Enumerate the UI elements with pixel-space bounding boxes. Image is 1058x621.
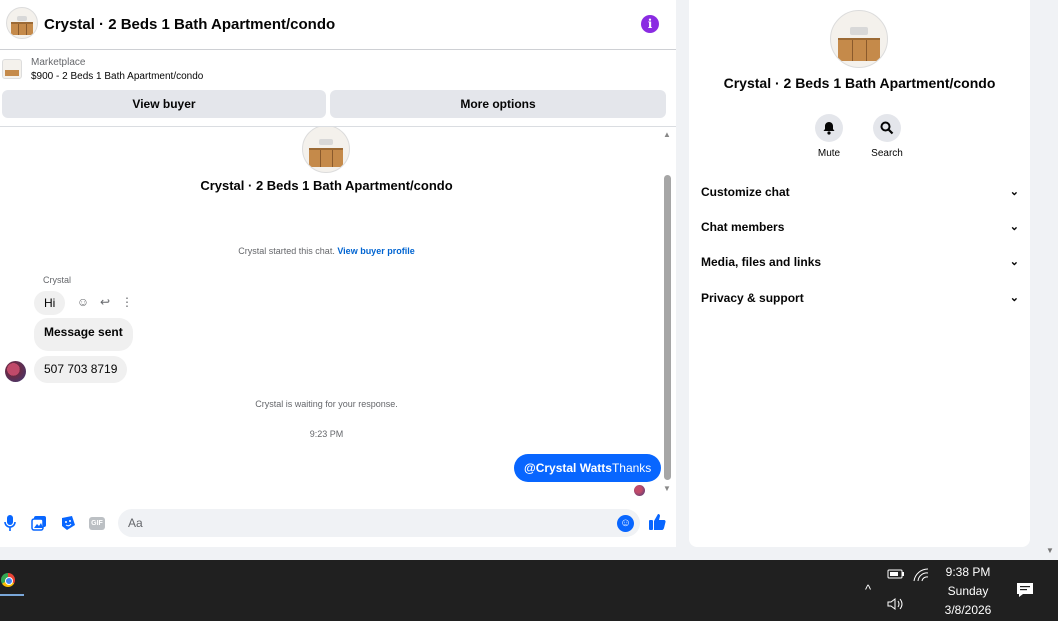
view-buyer-button[interactable]: View buyer — [2, 90, 326, 118]
more-options-button[interactable]: More options — [330, 90, 666, 118]
microphone-icon[interactable] — [1, 515, 19, 533]
details-avatar[interactable] — [830, 10, 888, 68]
section-label: Chat members — [701, 220, 785, 234]
chat-scrollbar[interactable]: ▲ ▼ — [660, 130, 674, 496]
chevron-down-icon: ⌄ — [1009, 186, 1019, 198]
conversation-avatar — [302, 127, 350, 173]
sticker-icon[interactable] — [59, 515, 77, 533]
section-label: Privacy & support — [701, 291, 804, 305]
chevron-down-icon: ⌄ — [1009, 221, 1019, 233]
search-label: Search — [871, 148, 903, 159]
mute-button[interactable]: Mute — [799, 114, 859, 159]
emoji-icon[interactable]: ☺ — [617, 515, 634, 532]
mention[interactable]: @Crystal Watts — [524, 461, 612, 475]
reply-icon[interactable]: ↩ — [94, 295, 116, 309]
chat-title[interactable]: Crystal · 2 Beds 1 Bath Apartment/condo — [44, 16, 335, 33]
chevron-down-icon: ⌄ — [1009, 292, 1019, 304]
gif-icon[interactable]: GIF — [89, 517, 105, 530]
clock-date[interactable]: 3/8/2026 — [918, 603, 1018, 617]
volume-icon[interactable] — [887, 597, 905, 614]
react-icon[interactable]: ☺ — [72, 295, 94, 309]
seen-indicator-avatar — [634, 485, 645, 496]
section-label: Customize chat — [701, 185, 790, 199]
section-privacy-support[interactable]: Privacy & support ⌄ — [701, 291, 1019, 311]
scroll-up-arrow-icon[interactable]: ▲ — [663, 130, 671, 139]
show-hidden-icons-chevron-icon[interactable]: ^ — [865, 582, 871, 597]
message-bubble[interactable]: 507 703 8719 — [34, 356, 128, 383]
message-input[interactable] — [118, 509, 640, 537]
chat-header: Crystal · 2 Beds 1 Bath Apartment/condo … — [0, 0, 676, 50]
section-customize-chat[interactable]: Customize chat ⌄ — [701, 185, 1019, 205]
chat-started-text: Crystal started this chat. — [238, 246, 335, 256]
taskbar: ^ 9:38 PM Sunday 3/8/2026 — [0, 560, 1058, 621]
photo-icon[interactable] — [30, 515, 48, 533]
message-actions: ☺ ↩ ⋮ — [72, 295, 138, 309]
notifications-icon[interactable] — [1016, 582, 1034, 603]
message-bubble[interactable]: Hi — [34, 291, 66, 315]
sender-avatar[interactable] — [5, 361, 26, 382]
outgoing-text: Thanks — [611, 461, 652, 475]
info-icon[interactable]: i — [641, 15, 659, 33]
thumbs-up-icon[interactable] — [648, 513, 668, 533]
mute-label: Mute — [817, 148, 841, 159]
scroll-thumb[interactable] — [664, 175, 671, 480]
section-label: Media, files and links — [701, 255, 822, 269]
composer-bar: GIF ☺ — [0, 507, 676, 541]
marketplace-label: Marketplace — [31, 57, 86, 68]
listing-avatar[interactable] — [6, 7, 38, 39]
conversation-details-panel: Crystal · 2 Beds 1 Bath Apartment/condo … — [689, 0, 1030, 547]
chrome-taskbar-button[interactable] — [0, 565, 24, 596]
details-title: Crystal · 2 Beds 1 Bath Apartment/condo — [723, 75, 996, 91]
message-list[interactable]: Crystal · 2 Beds 1 Bath Apartment/condo … — [0, 127, 676, 500]
scroll-down-arrow-icon[interactable]: ▼ — [663, 484, 671, 493]
clock-day[interactable]: Sunday — [918, 584, 1018, 598]
section-chat-members[interactable]: Chat members ⌄ — [701, 220, 1019, 240]
message-bubble[interactable]: Message sent — [34, 318, 133, 351]
chat-panel: Crystal · 2 Beds 1 Bath Apartment/condo … — [0, 0, 676, 547]
listing-price-title[interactable]: $900 - 2 Beds 1 Bath Apartment/condo — [31, 71, 203, 82]
search-icon — [873, 114, 901, 142]
chrome-icon — [1, 573, 15, 587]
more-icon[interactable]: ⋮ — [116, 295, 138, 309]
section-media-files-links[interactable]: Media, files and links ⌄ — [701, 255, 1019, 275]
page-scroll-down-arrow-icon[interactable]: ▼ — [1046, 546, 1054, 555]
active-app-indicator — [0, 594, 24, 596]
sender-name: Crystal — [43, 275, 72, 285]
timestamp: 9:23 PM — [309, 429, 344, 439]
outgoing-message-bubble[interactable]: @Crystal WattsThanks — [514, 454, 662, 482]
chat-started-notice: Crystal started this chat. View buyer pr… — [0, 246, 653, 256]
waiting-notice: Crystal is waiting for your response. — [255, 399, 398, 409]
view-buyer-profile-link[interactable]: View buyer profile — [337, 246, 414, 256]
battery-icon[interactable] — [887, 568, 905, 583]
listing-thumbnail[interactable] — [2, 59, 22, 79]
chevron-down-icon: ⌄ — [1009, 256, 1019, 268]
conversation-title: Crystal · 2 Beds 1 Bath Apartment/condo — [200, 178, 453, 193]
search-button[interactable]: Search — [857, 114, 917, 159]
bell-icon — [815, 114, 843, 142]
clock-time[interactable]: 9:38 PM — [918, 565, 1018, 579]
